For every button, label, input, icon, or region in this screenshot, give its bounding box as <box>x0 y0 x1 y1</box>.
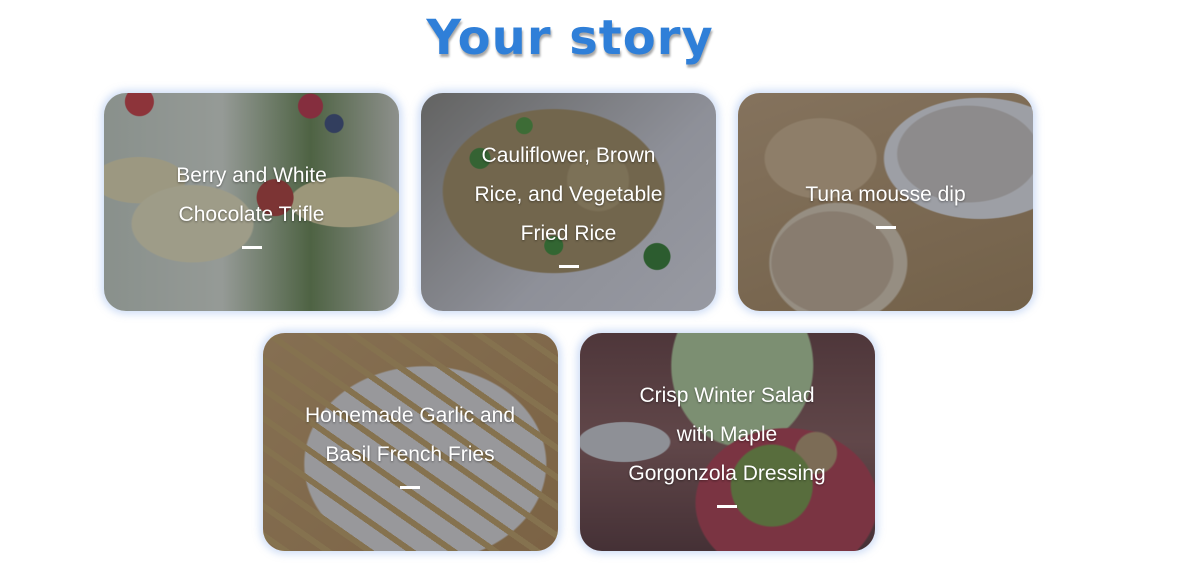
card-content: Crisp Winter Salad with Maple Gorgonzola… <box>580 333 875 551</box>
recipe-card-winter-salad[interactable]: Crisp Winter Salad with Maple Gorgonzola… <box>579 333 875 551</box>
recipe-title[interactable]: Homemade Garlic and Basil French Fries <box>305 396 516 474</box>
title-underline-dash <box>717 505 737 508</box>
card-content: Cauliflower, Brown Rice, and Vegetable F… <box>421 93 716 311</box>
card-content: Berry and White Chocolate Trifle <box>104 93 399 311</box>
recipe-card-french-fries[interactable]: Homemade Garlic and Basil French Fries <box>262 333 558 551</box>
recipe-title[interactable]: Crisp Winter Salad with Maple Gorgonzola… <box>622 376 833 493</box>
title-underline-dash <box>400 485 420 489</box>
recipe-card-trifle[interactable]: Berry and White Chocolate Trifle <box>104 93 399 311</box>
recipe-card-fried-rice[interactable]: Cauliflower, Brown Rice, and Vegetable F… <box>421 93 716 311</box>
recipe-title[interactable]: Tuna mousse dip <box>805 175 965 214</box>
recipe-title[interactable]: Cauliflower, Brown Rice, and Vegetable F… <box>463 136 674 253</box>
title-underline-dash <box>558 265 579 268</box>
card-content: Homemade Garlic and Basil French Fries <box>263 333 558 551</box>
page-title: Your story <box>426 10 714 66</box>
recipe-card-tuna-dip[interactable]: Tuna mousse dip <box>738 93 1033 311</box>
recipe-row: Berry and White Chocolate Trifle Caulifl… <box>0 93 1158 311</box>
card-content: Tuna mousse dip <box>738 93 1033 311</box>
recipe-row: Homemade Garlic and Basil French Fries C… <box>0 333 1158 551</box>
recipe-title[interactable]: Berry and White Chocolate Trifle <box>146 156 357 234</box>
title-underline-dash <box>875 226 896 229</box>
page: Your story Berry and White Chocolate Tri… <box>0 0 1179 579</box>
title-underline-dash <box>241 245 262 249</box>
